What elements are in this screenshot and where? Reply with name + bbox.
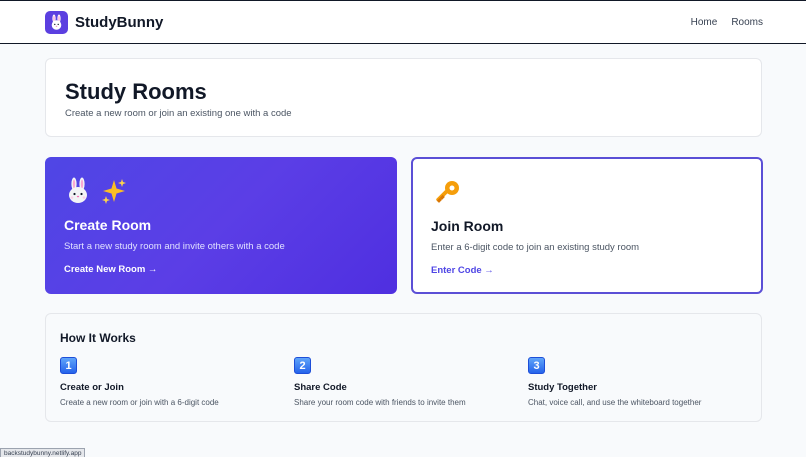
- create-new-room-link[interactable]: Create New Room →: [64, 264, 157, 275]
- nav-home-link[interactable]: Home: [691, 17, 718, 28]
- step-description: Create a new room or join with a 6-digit…: [60, 398, 219, 407]
- step-title: Share Code: [294, 382, 347, 393]
- step-share-code: 2 Share Code Share your room code with f…: [294, 357, 514, 407]
- top-navbar: StudyBunny Home Rooms: [0, 0, 806, 44]
- step-description: Share your room code with friends to inv…: [294, 398, 466, 407]
- step-description: Chat, voice call, and use the whiteboard…: [528, 398, 702, 407]
- create-room-icons: [64, 177, 128, 210]
- brand-name: StudyBunny: [75, 14, 164, 31]
- main-nav: Home Rooms: [691, 17, 763, 28]
- create-room-description: Start a new study room and invite others…: [64, 241, 285, 252]
- number-two-icon: 2: [294, 357, 311, 374]
- step-title: Create or Join: [60, 382, 124, 393]
- page-title: Study Rooms: [65, 79, 207, 104]
- join-room-description: Enter a 6-digit code to join an existing…: [431, 242, 640, 253]
- how-it-works-title: How It Works: [60, 331, 136, 345]
- number-three-icon: 3: [528, 357, 545, 374]
- rabbit-icon: [64, 177, 92, 210]
- join-room-title: Join Room: [431, 218, 504, 234]
- page-header-card: Study Rooms Create a new room or join an…: [45, 58, 762, 137]
- status-bar-url: backstudybunny.netlify.app: [0, 448, 86, 457]
- brand-link[interactable]: StudyBunny: [45, 11, 163, 34]
- enter-code-link[interactable]: Enter Code →: [431, 265, 494, 276]
- join-room-icons: [432, 178, 462, 213]
- how-it-works-card: How It Works 1 Create or Join Create a n…: [45, 313, 762, 422]
- nav-rooms-link[interactable]: Rooms: [731, 17, 763, 28]
- sparkles-icon: [100, 177, 128, 210]
- join-room-card[interactable]: Join Room Enter a 6-digit code to join a…: [411, 157, 763, 294]
- bunny-icon: [45, 11, 68, 34]
- create-room-title: Create Room: [64, 217, 152, 233]
- step-create-or-join: 1 Create or Join Create a new room or jo…: [60, 357, 280, 407]
- key-icon: [432, 178, 462, 213]
- step-title: Study Together: [528, 382, 597, 393]
- step-study-together: 3 Study Together Chat, voice call, and u…: [528, 357, 748, 407]
- number-one-icon: 1: [60, 357, 77, 374]
- create-room-card[interactable]: Create Room Start a new study room and i…: [45, 157, 397, 294]
- page-subtitle: Create a new room or join an existing on…: [65, 108, 292, 119]
